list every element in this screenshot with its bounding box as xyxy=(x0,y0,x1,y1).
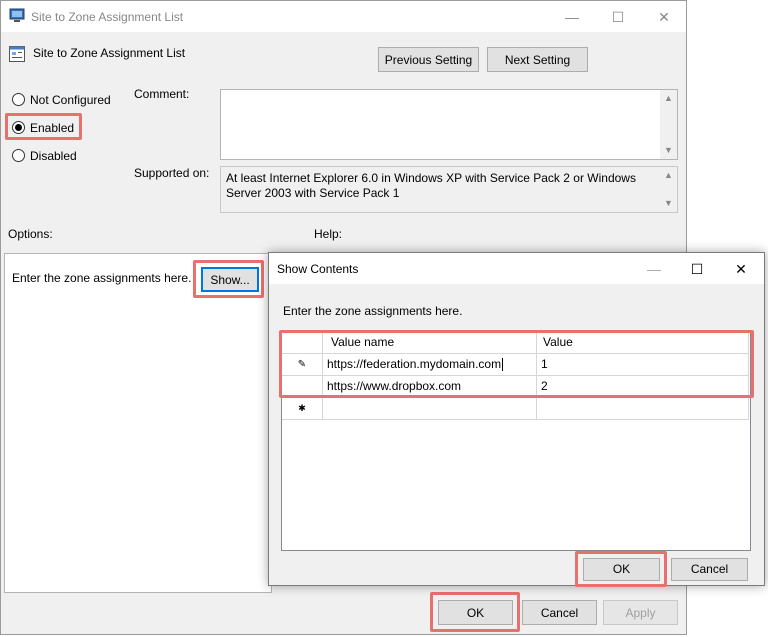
supported-on-label: Supported on: xyxy=(134,166,210,180)
dialog-close-button[interactable]: ✕ xyxy=(718,257,764,281)
radio-not-configured[interactable]: Not Configured xyxy=(12,91,122,111)
next-setting-button[interactable]: Next Setting xyxy=(487,47,588,72)
scroll-down-icon[interactable]: ▼ xyxy=(660,195,677,212)
radio-label: Not Configured xyxy=(30,93,111,107)
window-title: Site to Zone Assignment List xyxy=(31,10,184,24)
close-icon: ✕ xyxy=(735,261,747,277)
title-bar[interactable]: Site to Zone Assignment List — ☐ ✕ xyxy=(1,1,686,32)
options-pane: Enter the zone assignments here. xyxy=(4,253,272,593)
comment-scrollbar[interactable]: ▲ ▼ xyxy=(660,90,677,159)
new-row-name-cell[interactable] xyxy=(323,398,537,420)
dialog-cancel-button[interactable]: Cancel xyxy=(671,558,748,581)
close-icon: ✕ xyxy=(658,9,670,25)
supported-on-textbox: At least Internet Explorer 6.0 in Window… xyxy=(220,166,678,213)
radio-circle[interactable] xyxy=(12,93,25,106)
radio-circle[interactable] xyxy=(12,149,25,162)
policy-app-icon xyxy=(9,8,26,23)
dialog-title-bar[interactable]: Show Contents — ☐ ✕ xyxy=(269,253,764,284)
radio-enabled[interactable]: Enabled xyxy=(12,119,82,139)
dialog-ok-button[interactable]: OK xyxy=(583,558,660,581)
dialog-maximize-button[interactable]: ☐ xyxy=(674,257,720,281)
new-row-value-cell[interactable] xyxy=(537,398,749,420)
ok-button[interactable]: OK xyxy=(438,600,513,625)
minimize-icon: — xyxy=(565,9,579,25)
options-text: Enter the zone assignments here. xyxy=(12,271,192,285)
scroll-up-icon[interactable]: ▲ xyxy=(660,167,677,184)
dialog-minimize-button[interactable]: — xyxy=(631,257,677,281)
radio-label: Disabled xyxy=(30,149,77,163)
previous-setting-button[interactable]: Previous Setting xyxy=(378,47,479,72)
close-button[interactable]: ✕ xyxy=(641,5,687,29)
supported-on-value: At least Internet Explorer 6.0 in Window… xyxy=(226,171,636,200)
radio-disabled[interactable]: Disabled xyxy=(12,147,82,167)
supported-scrollbar[interactable]: ▲ ▼ xyxy=(660,167,677,212)
comment-label: Comment: xyxy=(134,87,190,101)
options-label: Options: xyxy=(8,227,53,241)
cancel-button[interactable]: Cancel xyxy=(522,600,597,625)
setting-name: Site to Zone Assignment List xyxy=(33,46,186,60)
scroll-down-icon[interactable]: ▼ xyxy=(660,142,677,159)
maximize-icon: ☐ xyxy=(690,261,704,277)
help-label: Help: xyxy=(314,227,343,241)
show-button[interactable]: Show... xyxy=(201,267,259,292)
minimize-button[interactable]: — xyxy=(549,5,595,29)
dialog-instruction: Enter the zone assignments here. xyxy=(283,304,463,318)
maximize-button[interactable]: ☐ xyxy=(595,5,641,29)
scroll-up-icon[interactable]: ▲ xyxy=(660,90,677,107)
show-contents-dialog: Show Contents — ☐ ✕ Enter the zone assig… xyxy=(268,252,765,587)
comment-textbox[interactable]: ▲ ▼ xyxy=(220,89,678,160)
radio-circle-checked[interactable] xyxy=(12,121,25,134)
apply-button[interactable]: Apply xyxy=(603,600,678,625)
minimize-icon: — xyxy=(647,261,661,277)
dialog-title: Show Contents xyxy=(277,262,359,276)
radio-label: Enabled xyxy=(30,121,75,135)
rows-highlight xyxy=(279,330,754,398)
setting-icon xyxy=(9,46,25,62)
new-row-marker-icon: ✱ xyxy=(282,398,323,420)
maximize-icon: ☐ xyxy=(611,9,625,25)
comment-value[interactable] xyxy=(221,90,677,98)
